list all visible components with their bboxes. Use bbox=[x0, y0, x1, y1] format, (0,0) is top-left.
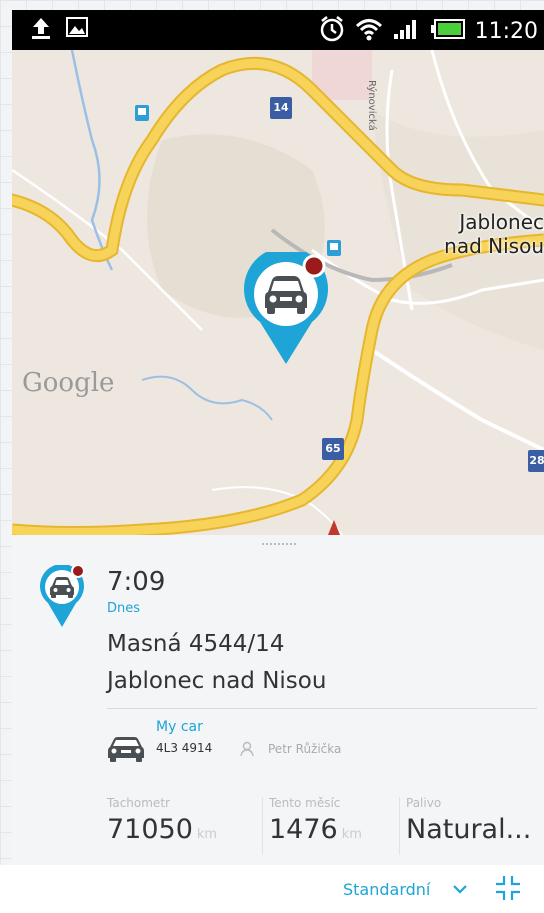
mode-dropdown[interactable]: Standardní bbox=[343, 880, 430, 899]
address-line2: Jablonec nad Nisou bbox=[107, 668, 327, 694]
vehicle-pin-icon bbox=[38, 564, 86, 631]
stat-label: Palivo bbox=[406, 796, 442, 810]
bottom-bar: Standardní bbox=[0, 865, 544, 913]
stat-separator bbox=[262, 797, 263, 855]
signal-icon bbox=[393, 17, 421, 45]
stat-this-month: Tento měsíc 1476 km bbox=[269, 796, 362, 845]
google-logo: Google bbox=[22, 368, 115, 398]
driver-icon bbox=[240, 741, 256, 761]
status-bar: 11:20 bbox=[12, 10, 544, 50]
address-line1: Masná 4544/14 bbox=[107, 631, 285, 657]
stat-label: Tachometr bbox=[107, 796, 170, 810]
chevron-down-icon[interactable] bbox=[452, 880, 468, 899]
car-icon bbox=[107, 735, 145, 767]
stat-value: Natural... bbox=[406, 814, 532, 845]
vehicle-info-card[interactable]: 7:09 Dnes Masná 4544/14 Jablonec nad Nis… bbox=[12, 535, 544, 865]
car-name-link[interactable]: My car bbox=[156, 719, 203, 735]
wifi-icon bbox=[355, 17, 383, 45]
drag-handle[interactable] bbox=[262, 543, 296, 548]
road-shield-28: 28 bbox=[528, 450, 544, 472]
event-day: Dnes bbox=[107, 601, 141, 616]
street-label: Rýnovická bbox=[366, 80, 377, 131]
road-shield-14: 14 bbox=[270, 97, 292, 119]
stat-value: 71050 bbox=[107, 814, 193, 845]
city-label-line2: nad Nisou bbox=[444, 234, 544, 258]
map-city-label: Jablonec nad Nisou bbox=[432, 210, 544, 258]
stat-unit: km bbox=[341, 827, 362, 842]
phone-screen: 11:20 14 65 28 Rýnovická Jablonec nad Ni… bbox=[12, 10, 544, 865]
city-label-line1: Jablonec bbox=[459, 210, 544, 234]
road-shield-65: 65 bbox=[322, 438, 344, 460]
driver-name: Petr Růžička bbox=[268, 742, 342, 756]
battery-icon bbox=[430, 18, 465, 44]
car-plate: 4L3 4914 bbox=[156, 741, 213, 755]
map-view[interactable]: 14 65 28 Rýnovická Jablonec nad Nisou Go… bbox=[12, 50, 544, 535]
divider bbox=[107, 708, 537, 709]
stat-value: 1476 bbox=[269, 814, 338, 845]
image-icon bbox=[66, 16, 88, 44]
alarm-icon bbox=[319, 15, 345, 47]
stat-label: Tento měsíc bbox=[269, 796, 341, 810]
upload-icon bbox=[30, 16, 52, 44]
stat-fuel: Palivo Natural... bbox=[406, 796, 531, 845]
stat-odometer: Tachometr 71050 km bbox=[107, 796, 217, 845]
collapse-icon[interactable] bbox=[493, 873, 523, 907]
status-time: 11:20 bbox=[474, 18, 538, 44]
stat-separator bbox=[399, 797, 400, 855]
stat-unit: km bbox=[196, 827, 218, 842]
event-time: 7:09 bbox=[107, 567, 166, 597]
